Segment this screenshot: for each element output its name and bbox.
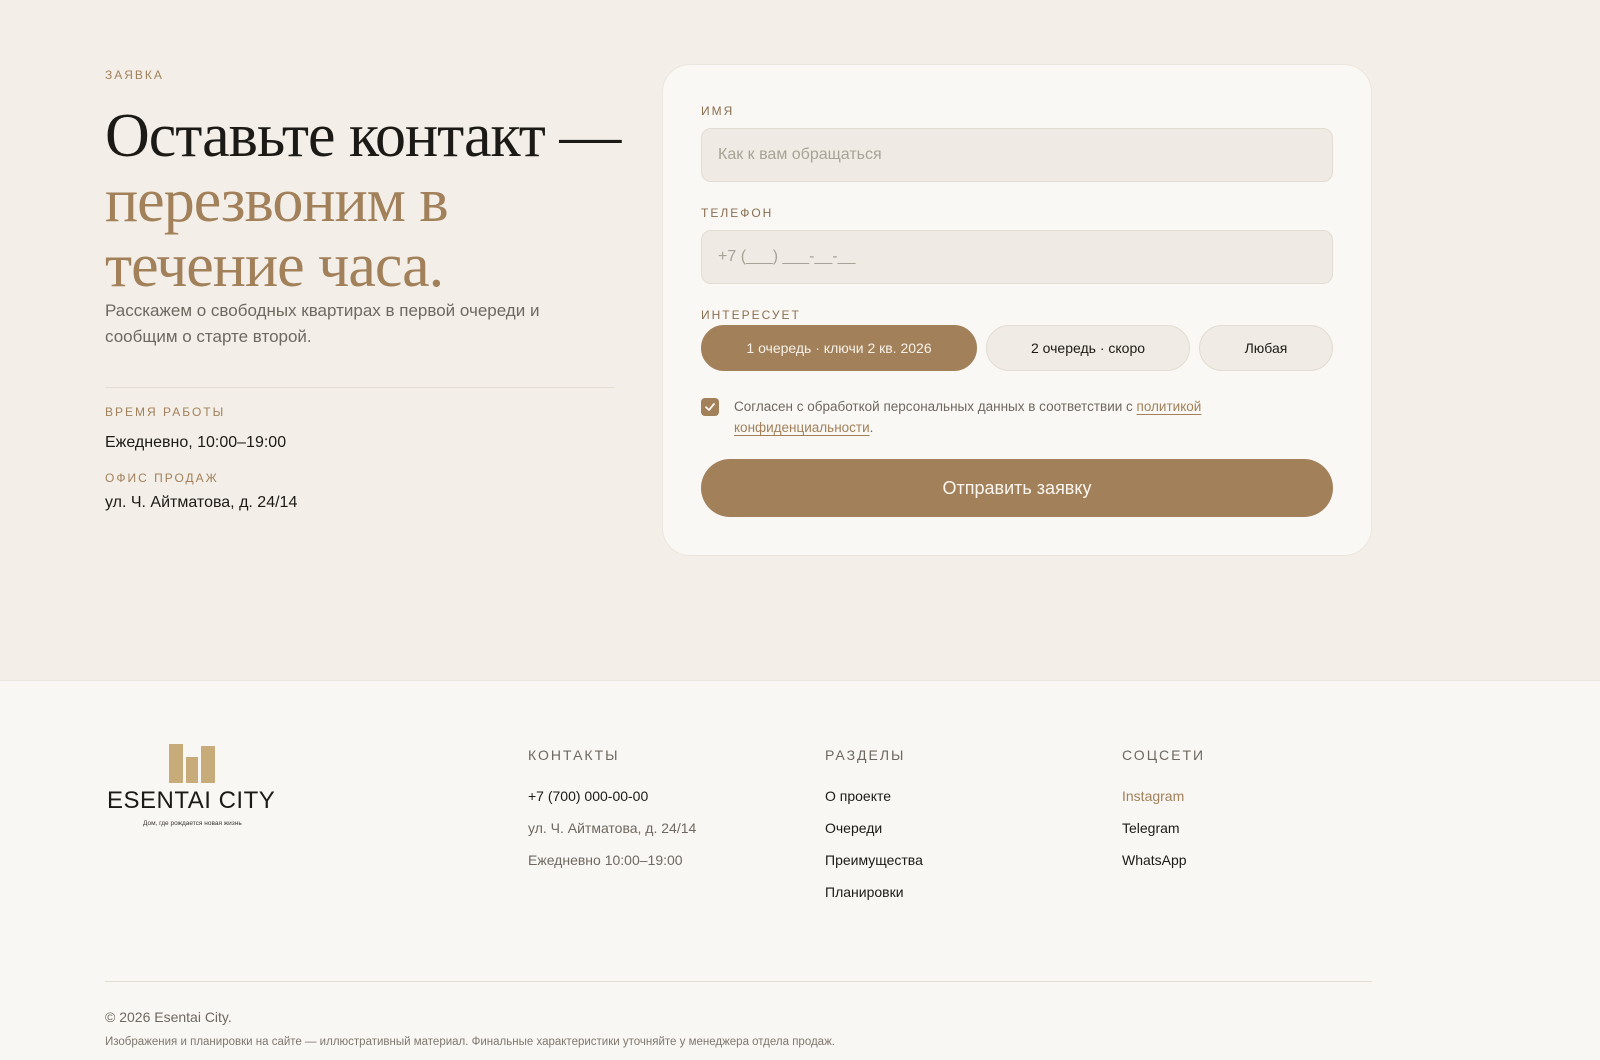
footer-link-advantages[interactable]: Преимущества	[825, 852, 923, 868]
contact-hours: Ежедневно 10:00–19:00	[528, 852, 683, 868]
social-link-whatsapp[interactable]: WhatsApp	[1122, 852, 1187, 868]
logo[interactable]: ESENTAI CITY Дом, где рождается новая жи…	[105, 743, 295, 833]
footer-link-layouts[interactable]: Планировки	[825, 884, 904, 900]
option-any[interactable]: Любая	[1199, 325, 1333, 371]
consent-text: Согласен с обработкой персональных данны…	[734, 396, 1274, 438]
option-queue-2[interactable]: 2 очередь · скоро	[986, 325, 1190, 371]
contact-phone[interactable]: +7 (700) 000-00-00	[528, 788, 648, 804]
headline-line-3: течение часа.	[105, 232, 444, 300]
building-bars-logo-icon	[169, 744, 215, 783]
name-label: Имя	[701, 104, 735, 118]
footer-link-queues[interactable]: Очереди	[825, 820, 882, 836]
footer-divider	[105, 981, 1372, 982]
social-title: Соцсети	[1122, 747, 1206, 763]
phone-input[interactable]	[701, 230, 1333, 284]
lead-text: Расскажем о свободных квартирах в первой…	[105, 301, 540, 346]
contact-address: ул. Ч. Айтматова, д. 24/14	[528, 820, 697, 836]
phone-label: Телефон	[701, 206, 774, 220]
request-form: Имя Телефон Интересует 1 очередь · ключи…	[662, 64, 1372, 556]
footer: ESENTAI CITY Дом, где рождается новая жи…	[0, 680, 1600, 1060]
name-input[interactable]	[701, 128, 1333, 182]
hours-value: Ежедневно, 10:00–19:00	[105, 434, 287, 451]
headline-line-2: перезвоним в	[105, 167, 449, 235]
consent-text-main: Согласен с обработкой персональных данны…	[734, 399, 1137, 414]
interest-label: Интересует	[701, 308, 801, 322]
social-link-instagram[interactable]: Instagram	[1122, 788, 1184, 804]
section-eyebrow: Заявка	[105, 68, 164, 82]
copyright: © 2026 Esentai City.	[105, 1009, 232, 1025]
consent-checkbox[interactable]	[701, 398, 719, 416]
footer-link-about[interactable]: О проекте	[825, 788, 891, 804]
logo-tagline: Дом, где рождается новая жизнь	[143, 820, 242, 827]
logo-wordmark: ESENTAI CITY	[107, 787, 276, 814]
hours-label: Время работы	[105, 405, 226, 419]
office-label: Офис продаж	[105, 471, 219, 485]
social-link-telegram[interactable]: Telegram	[1122, 820, 1180, 836]
option-queue-1[interactable]: 1 очередь · ключи 2 кв. 2026	[701, 325, 977, 371]
contacts-title: Контакты	[528, 747, 620, 763]
disclaimer: Изображения и планировки на сайте — иллю…	[105, 1036, 835, 1048]
office-value: ул. Ч. Айтматова, д. 24/14	[105, 494, 298, 511]
checkmark-icon	[705, 403, 715, 411]
request-section: Заявка Оставьте контакт — перезвоним в т…	[0, 0, 1600, 680]
consent-text-end: .	[869, 420, 874, 435]
submit-button[interactable]: Отправить заявку	[701, 459, 1333, 517]
divider	[105, 387, 615, 388]
sections-title: Разделы	[825, 747, 906, 763]
page-title: Оставьте контакт — перезвоним в течение …	[105, 104, 625, 299]
headline-line-1: Оставьте контакт —	[105, 102, 621, 170]
